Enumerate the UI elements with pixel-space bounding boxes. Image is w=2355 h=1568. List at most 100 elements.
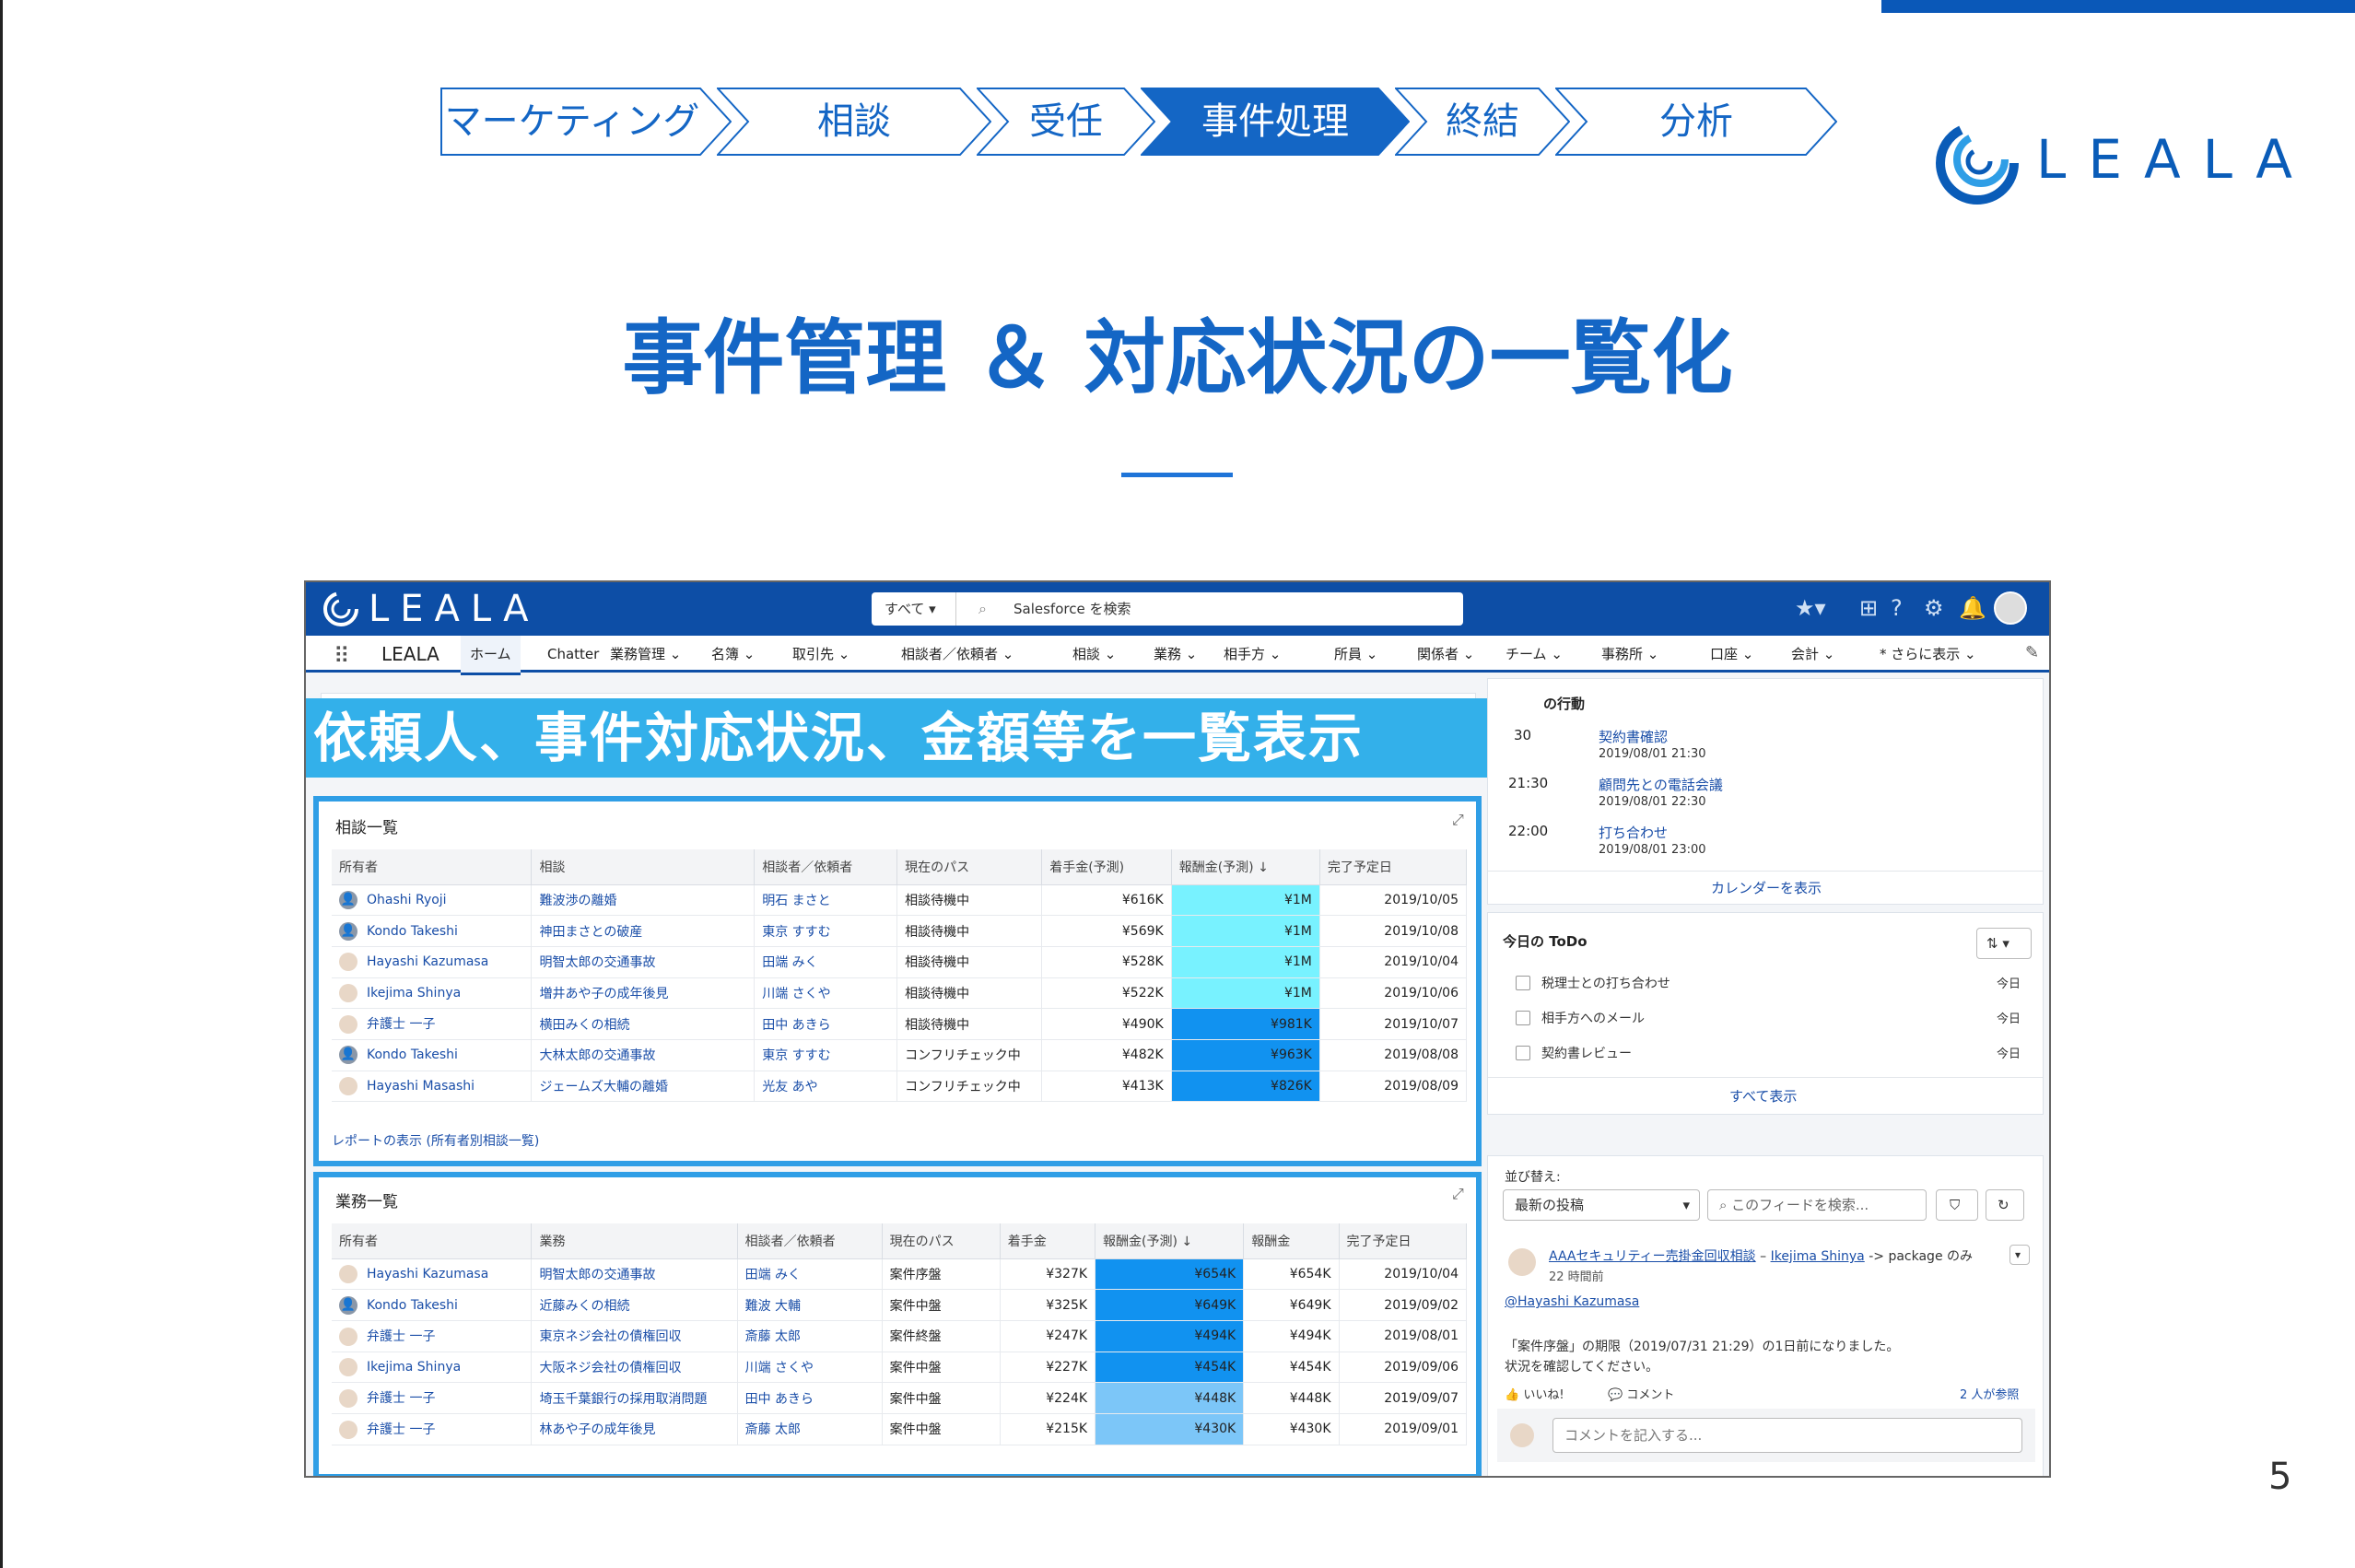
like-button[interactable]: 👍 いいね! — [1505, 1385, 1564, 1402]
nav-item[interactable]: チーム ⌄ — [1506, 636, 1563, 673]
nav-item[interactable]: 会計 ⌄ — [1791, 636, 1834, 673]
post-user-link[interactable]: Ikejima Shinya — [1771, 1249, 1865, 1264]
table-cell[interactable]: 明石 まさと — [754, 884, 898, 917]
nav-item[interactable]: Chatter — [547, 636, 599, 673]
owner-cell[interactable]: Hayashi Kazumasa — [332, 946, 533, 978]
table-cell[interactable]: 東京 すすむ — [754, 915, 898, 947]
column-header[interactable]: 報酬金(予測) ↓ — [1095, 1223, 1245, 1259]
bell-icon[interactable]: 🔔 — [1959, 595, 1986, 621]
nav-item[interactable]: 名簿 ⌄ — [711, 636, 755, 673]
gear-icon[interactable]: ⚙ — [1924, 595, 1944, 621]
owner-cell[interactable]: Ikejima Shinya — [332, 977, 533, 1010]
filter-button[interactable]: ⛉ — [1936, 1189, 1978, 1221]
owner-cell[interactable]: 👤 Kondo Takeshi — [332, 1039, 533, 1071]
nav-item[interactable]: 事務所 ⌄ — [1601, 636, 1658, 673]
todo-label[interactable]: 相手方へのメール — [1541, 1009, 1645, 1027]
global-search[interactable]: すべて ▾ ⌕ Salesforce を検索 — [872, 592, 1463, 626]
table-cell[interactable]: 光友 あや — [754, 1071, 898, 1103]
edit-nav-icon[interactable]: ✎ — [2025, 643, 2039, 662]
column-header[interactable]: 完了予定日 — [1319, 849, 1468, 885]
feed-search-input[interactable]: ⌕ このフィードを検索... — [1707, 1189, 1927, 1221]
table-cell[interactable]: 増井あや子の成年後見 — [531, 977, 756, 1010]
comment-input[interactable]: コメントを記入する... — [1552, 1418, 2022, 1453]
nav-item[interactable]: 関係者 ⌄ — [1417, 636, 1474, 673]
table-cell[interactable]: 難波 大輔 — [737, 1289, 883, 1321]
table-cell[interactable]: 明智太郎の交通事故 — [531, 1258, 738, 1291]
user-avatar[interactable] — [1994, 591, 2027, 625]
owner-cell[interactable]: Ikejima Shinya — [332, 1352, 533, 1384]
column-header[interactable]: 相談者／依頼者 — [737, 1223, 883, 1259]
table-cell[interactable]: 横田みくの相続 — [531, 1008, 756, 1040]
nav-item[interactable]: 業務管理 ⌄ — [610, 636, 681, 673]
expand-icon[interactable]: ⤢ — [1452, 811, 1464, 829]
consult-report-link[interactable]: レポートの表示 (所有者別相談一覧) — [332, 1131, 539, 1150]
sort-select[interactable]: 最新の投稿 ▾ — [1503, 1189, 1700, 1221]
owner-cell[interactable]: 👤 Ohashi Ryoji — [332, 884, 533, 917]
table-cell[interactable]: 川端 さくや — [737, 1352, 883, 1384]
post-record-link[interactable]: AAAセキュリティー売掛金回収相談 — [1549, 1249, 1756, 1264]
nav-item[interactable]: 所員 ⌄ — [1334, 636, 1377, 673]
table-cell[interactable]: 川端 さくや — [754, 977, 898, 1010]
nav-item[interactable]: 取引先 ⌄ — [792, 636, 849, 673]
nav-item[interactable]: 業務 ⌄ — [1154, 636, 1197, 673]
table-cell[interactable]: 田中 あきら — [754, 1008, 898, 1040]
add-icon[interactable]: ⊞ — [1859, 595, 1878, 621]
event-title-link[interactable]: 打ち合わせ — [1599, 823, 1668, 842]
nav-item[interactable]: 相手方 ⌄ — [1224, 636, 1281, 673]
column-header[interactable]: 完了予定日 — [1339, 1223, 1468, 1259]
event-title-link[interactable]: 契約書確認 — [1599, 727, 1668, 746]
owner-cell[interactable]: 弁護士 一子 — [332, 1382, 533, 1414]
event-title-link[interactable]: 顧問先との電話会議 — [1599, 775, 1723, 794]
owner-cell[interactable]: 👤 Kondo Takeshi — [332, 1289, 533, 1321]
column-header[interactable]: 業務 — [531, 1223, 738, 1259]
app-logo[interactable]: LEALA — [321, 588, 560, 630]
owner-cell[interactable]: Hayashi Masashi — [332, 1071, 533, 1103]
todo-show-all-link[interactable]: すべて表示 — [1729, 1086, 1797, 1106]
todo-label[interactable]: 税理士との打ち合わせ — [1541, 974, 1670, 992]
mention-link[interactable]: @Hayashi Kazumasa — [1505, 1294, 1639, 1309]
column-header[interactable]: 所有者 — [332, 1223, 533, 1259]
table-cell[interactable]: 東京ネジ会社の債権回収 — [531, 1320, 738, 1352]
expand-icon[interactable]: ⤢ — [1452, 1185, 1464, 1203]
column-header[interactable]: 所有者 — [332, 849, 533, 885]
post-menu-button[interactable]: ▾ — [2009, 1245, 2030, 1265]
todo-checkbox[interactable] — [1516, 1046, 1530, 1060]
todo-sort-button[interactable]: ⇅ ▾ — [1976, 928, 2032, 959]
comment-button[interactable]: 💬 コメント — [1608, 1385, 1674, 1402]
table-cell[interactable]: 明智太郎の交通事故 — [531, 946, 756, 978]
table-cell[interactable]: 田端 みく — [754, 946, 898, 978]
owner-cell[interactable]: Hayashi Kazumasa — [332, 1258, 533, 1291]
table-cell[interactable]: 埼玉千葉銀行の採用取消問題 — [531, 1382, 738, 1414]
todo-checkbox[interactable] — [1516, 1011, 1530, 1025]
table-cell[interactable]: 田中 あきら — [737, 1382, 883, 1414]
column-header[interactable]: 着手金(予測) — [1041, 849, 1172, 885]
search-scope-select[interactable]: すべて ▾ — [872, 592, 956, 626]
column-header[interactable]: 現在のパス — [896, 849, 1043, 885]
table-cell[interactable]: 田端 みく — [737, 1258, 883, 1291]
table-cell[interactable]: 近藤みくの相続 — [531, 1289, 738, 1321]
calendar-link[interactable]: カレンダーを表示 — [1711, 878, 1822, 897]
todo-label[interactable]: 契約書レビュー — [1541, 1044, 1632, 1062]
nav-item[interactable]: 相談者／依頼者 ⌄ — [901, 636, 1013, 673]
table-cell[interactable]: 大林太郎の交通事故 — [531, 1039, 756, 1071]
todo-checkbox[interactable] — [1516, 976, 1530, 990]
owner-cell[interactable]: 弁護士 一子 — [332, 1008, 533, 1040]
column-header[interactable]: 現在のパス — [882, 1223, 1001, 1259]
table-cell[interactable]: 林あや子の成年後見 — [531, 1413, 738, 1445]
search-input[interactable]: Salesforce を検索 — [1013, 592, 1131, 626]
table-cell[interactable]: 難波渉の離婚 — [531, 884, 756, 917]
column-header[interactable]: 報酬金(予測) ↓ — [1171, 849, 1320, 885]
refresh-button[interactable]: ↻ — [1986, 1189, 2024, 1221]
app-launcher-icon[interactable]: ⠿ — [334, 643, 350, 669]
owner-cell[interactable]: 👤 Kondo Takeshi — [332, 915, 533, 947]
column-header[interactable]: 着手金 — [1000, 1223, 1096, 1259]
nav-item[interactable]: * さらに表示 ⌄ — [1880, 636, 1976, 673]
owner-cell[interactable]: 弁護士 一子 — [332, 1413, 533, 1445]
column-header[interactable]: 相談 — [531, 849, 756, 885]
favorites-icon[interactable]: ★▾ — [1795, 595, 1826, 621]
nav-item[interactable]: ホーム — [461, 636, 521, 675]
nav-item[interactable]: 相談 ⌄ — [1072, 636, 1116, 673]
table-cell[interactable]: 斎藤 太郎 — [737, 1413, 883, 1445]
column-header[interactable]: 相談者／依頼者 — [754, 849, 898, 885]
nav-item[interactable]: 口座 ⌄ — [1710, 636, 1753, 673]
